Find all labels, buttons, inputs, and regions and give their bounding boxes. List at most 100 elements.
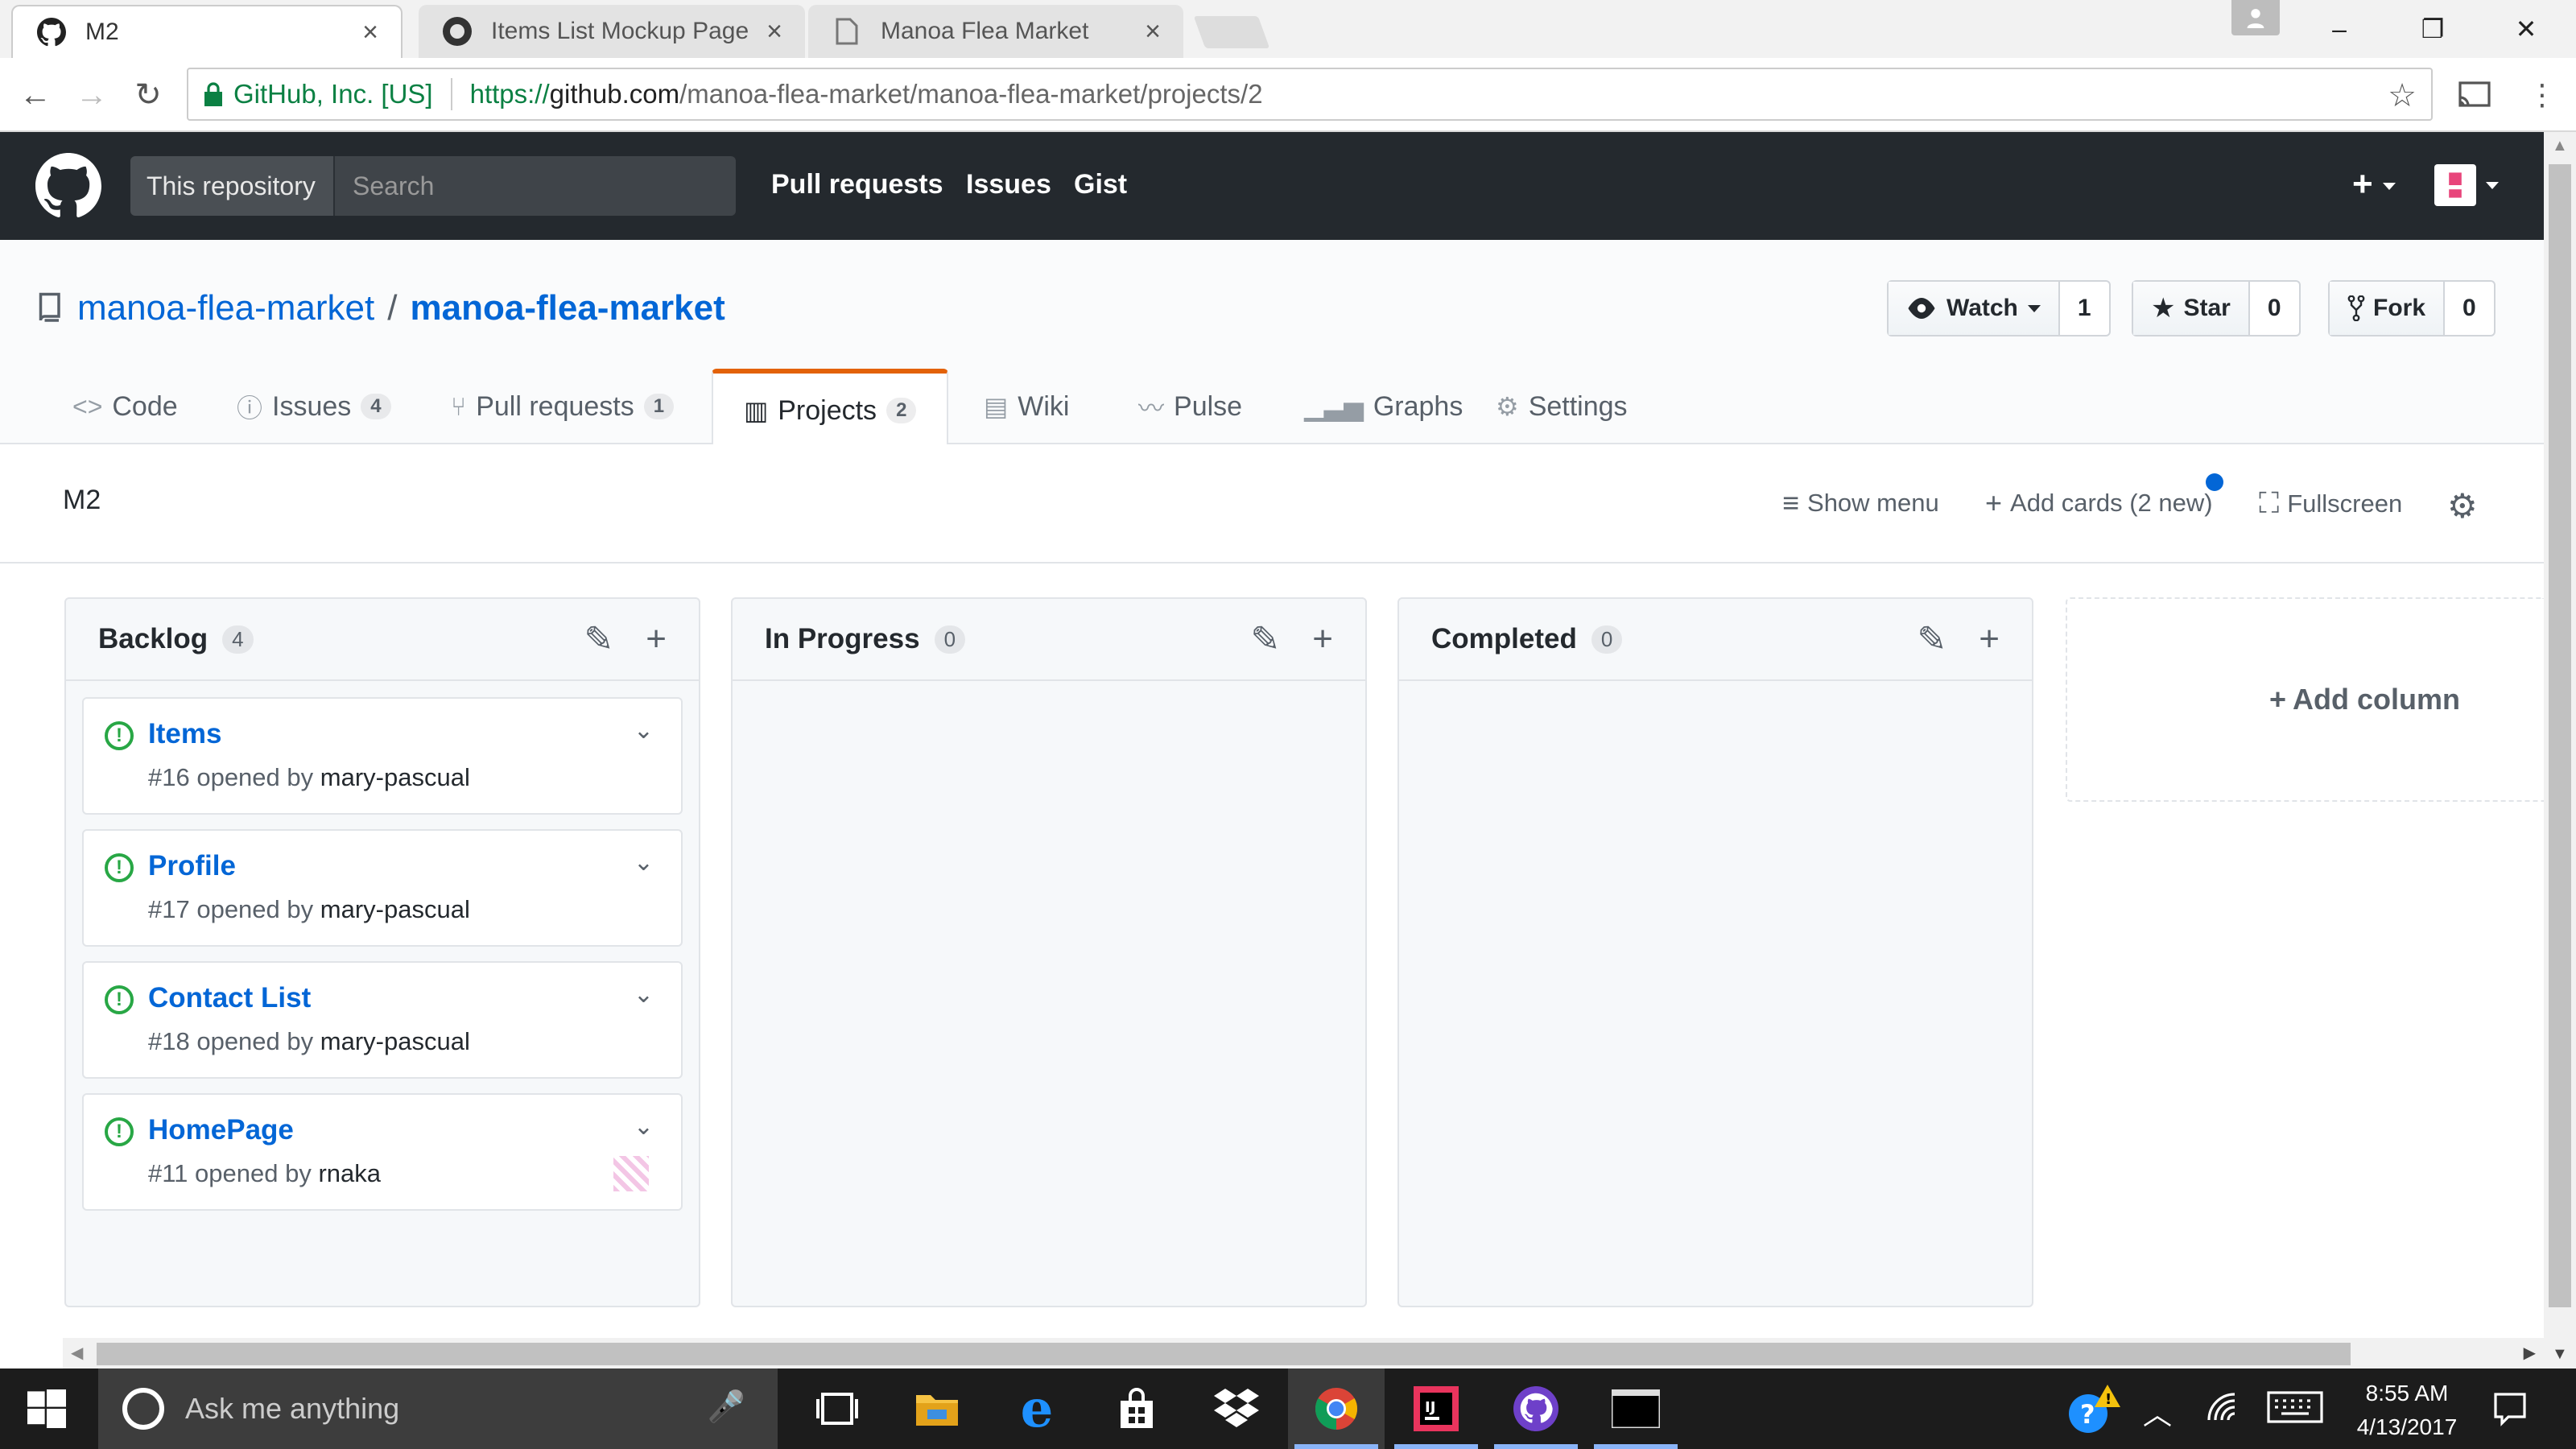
- close-tab-icon[interactable]: ×: [1145, 16, 1161, 47]
- chrome-icon[interactable]: [1288, 1368, 1385, 1449]
- cortana-search-box[interactable]: Ask me anything 🎤: [98, 1368, 778, 1449]
- card-author-link[interactable]: mary-pascual: [320, 1027, 470, 1055]
- vertical-scrollbar[interactable]: ▲ ▼: [2544, 132, 2576, 1368]
- tab-settings[interactable]: ⚙ Settings: [1496, 369, 1628, 444]
- tab-pulse[interactable]: 〰 Pulse: [1138, 369, 1242, 444]
- github-logo-icon[interactable]: [35, 153, 101, 219]
- horizontal-scrollbar[interactable]: ◀ ▶: [63, 1338, 2544, 1368]
- chevron-down-icon[interactable]: ⌄: [634, 1113, 654, 1141]
- pencil-icon[interactable]: ✎: [1250, 619, 1280, 660]
- issue-card[interactable]: ! HomePage ⌄ #11 opened by rnaka: [82, 1093, 683, 1211]
- tab-pull-requests[interactable]: ⑂ Pull requests 1: [451, 369, 675, 444]
- forks-count[interactable]: 0: [2445, 282, 2494, 335]
- close-tab-icon[interactable]: ×: [362, 17, 378, 48]
- back-arrow-icon[interactable]: ←: [13, 72, 58, 118]
- address-bar[interactable]: GitHub, Inc. [US] https://github.com/man…: [187, 68, 2433, 121]
- notification-warning-icon[interactable]: ?!: [2066, 1383, 2122, 1442]
- nav-issues[interactable]: Issues: [966, 169, 1051, 200]
- scroll-left-arrow-icon[interactable]: ◀: [71, 1343, 83, 1363]
- card-title[interactable]: HomePage: [148, 1114, 294, 1146]
- vertical-scroll-thumb[interactable]: [2549, 164, 2571, 1307]
- touch-keyboard-icon[interactable]: [2267, 1386, 2323, 1435]
- forward-arrow-icon[interactable]: →: [69, 72, 114, 118]
- stargazers-count[interactable]: 0: [2250, 282, 2299, 335]
- card-title[interactable]: Contact List: [148, 982, 311, 1014]
- edge-icon[interactable]: e: [989, 1368, 1085, 1449]
- card-title[interactable]: Items: [148, 718, 221, 750]
- chevron-down-icon[interactable]: ⌄: [634, 980, 654, 1009]
- chevron-down-icon[interactable]: ⌄: [634, 848, 654, 877]
- issue-opened-icon: !: [105, 985, 134, 1014]
- card-author-link[interactable]: rnaka: [318, 1159, 381, 1187]
- github-desktop-icon[interactable]: [1488, 1368, 1584, 1449]
- chrome-menu-icon[interactable]: ⋮: [2520, 72, 2565, 118]
- create-new-dropdown[interactable]: +: [2352, 164, 2396, 204]
- horizontal-scroll-thumb[interactable]: [97, 1343, 2351, 1365]
- system-clock[interactable]: 8:55 AM 4/13/2017: [2334, 1377, 2479, 1444]
- close-tab-icon[interactable]: ×: [766, 16, 782, 47]
- tab-wiki[interactable]: ▤ Wiki: [984, 369, 1069, 444]
- scroll-right-arrow-icon[interactable]: ▶: [2524, 1343, 2536, 1363]
- issue-card[interactable]: ! Profile ⌄ #17 opened by mary-pascual: [82, 829, 683, 947]
- task-view-icon[interactable]: [789, 1368, 886, 1449]
- tab-graphs[interactable]: ▁▃▅ Graphs: [1304, 369, 1463, 444]
- microphone-icon[interactable]: 🎤: [708, 1389, 745, 1425]
- show-hidden-icons-chevron-up-icon[interactable]: ︿: [2143, 1391, 2172, 1433]
- pencil-icon[interactable]: ✎: [1917, 619, 1946, 660]
- avatar-chevron-down-icon[interactable]: [2486, 182, 2499, 189]
- dropbox-icon[interactable]: [1188, 1368, 1285, 1449]
- scroll-up-arrow-icon[interactable]: ▲: [2552, 137, 2568, 155]
- plus-icon[interactable]: +: [646, 619, 667, 659]
- cast-icon[interactable]: [2452, 72, 2497, 118]
- browser-tab-items-list[interactable]: Items List Mockup Page ×: [419, 5, 805, 58]
- chrome-profile-icon[interactable]: [2231, 0, 2280, 35]
- add-column-button[interactable]: + Add column: [2066, 597, 2544, 802]
- add-cards-button[interactable]: + Add cards (2 new): [1985, 486, 2213, 520]
- bookmark-star-icon[interactable]: ☆: [2388, 77, 2417, 114]
- repository-owner-link[interactable]: manoa-flea-market: [77, 288, 374, 328]
- close-window-button[interactable]: ✕: [2479, 0, 2573, 58]
- chevron-down-icon[interactable]: ⌄: [634, 716, 654, 745]
- browser-tab-manoa-flea-market[interactable]: Manoa Flea Market ×: [808, 5, 1183, 58]
- scroll-down-arrow-icon[interactable]: ▼: [2552, 1345, 2568, 1364]
- fork-button[interactable]: Fork: [2330, 282, 2446, 335]
- user-avatar[interactable]: [2434, 164, 2476, 206]
- repository-name-link[interactable]: manoa-flea-market: [411, 288, 725, 328]
- issue-card[interactable]: ! Contact List ⌄ #18 opened by mary-pasc…: [82, 961, 683, 1079]
- reload-icon[interactable]: ↻: [126, 72, 171, 118]
- watchers-count[interactable]: 1: [2060, 282, 2109, 335]
- project-settings-gear-icon[interactable]: ⚙: [2447, 486, 2478, 526]
- store-icon[interactable]: [1088, 1368, 1185, 1449]
- nav-pull-requests[interactable]: Pull requests: [771, 169, 943, 200]
- intellij-icon[interactable]: IJ: [1388, 1368, 1484, 1449]
- windows-start-icon[interactable]: [27, 1389, 66, 1428]
- terminal-icon[interactable]: [1587, 1368, 1684, 1449]
- card-title[interactable]: Profile: [148, 850, 236, 882]
- issue-card[interactable]: ! Items ⌄ #16 opened by mary-pascual: [82, 697, 683, 815]
- plus-icon[interactable]: +: [1979, 619, 2000, 659]
- show-menu-button[interactable]: ≡ Show menu: [1782, 486, 1939, 520]
- watch-button[interactable]: Watch: [1889, 282, 2060, 335]
- secure-connection-badge[interactable]: GitHub, Inc. [US]: [204, 79, 433, 109]
- minimize-window-button[interactable]: –: [2293, 0, 2386, 58]
- assignee-avatar[interactable]: [613, 1156, 649, 1191]
- restore-window-button[interactable]: ❐: [2386, 0, 2479, 58]
- star-icon: ★: [2151, 293, 2176, 324]
- tab-code[interactable]: <> Code: [72, 369, 178, 444]
- action-center-icon[interactable]: [2492, 1391, 2528, 1434]
- fullscreen-button[interactable]: ⛶ Fullscreen: [2259, 486, 2402, 521]
- card-author-link[interactable]: mary-pascual: [320, 895, 470, 923]
- plus-icon[interactable]: +: [1312, 619, 1333, 659]
- nav-gist[interactable]: Gist: [1074, 169, 1127, 200]
- new-tab-button[interactable]: [1193, 16, 1270, 48]
- wifi-icon[interactable]: [2206, 1391, 2241, 1430]
- pencil-icon[interactable]: ✎: [584, 619, 613, 660]
- card-author-link[interactable]: mary-pascual: [320, 763, 470, 791]
- browser-tab-m2[interactable]: M2 ×: [11, 5, 402, 58]
- search-scope-label[interactable]: This repository: [130, 156, 333, 216]
- search-input[interactable]: Search: [333, 156, 736, 216]
- tab-issues[interactable]: ⓘ Issues 4: [237, 369, 391, 444]
- tab-projects[interactable]: ▥ Projects 2: [712, 369, 949, 448]
- star-button[interactable]: ★ Star: [2133, 282, 2250, 335]
- file-explorer-icon[interactable]: [889, 1368, 985, 1449]
